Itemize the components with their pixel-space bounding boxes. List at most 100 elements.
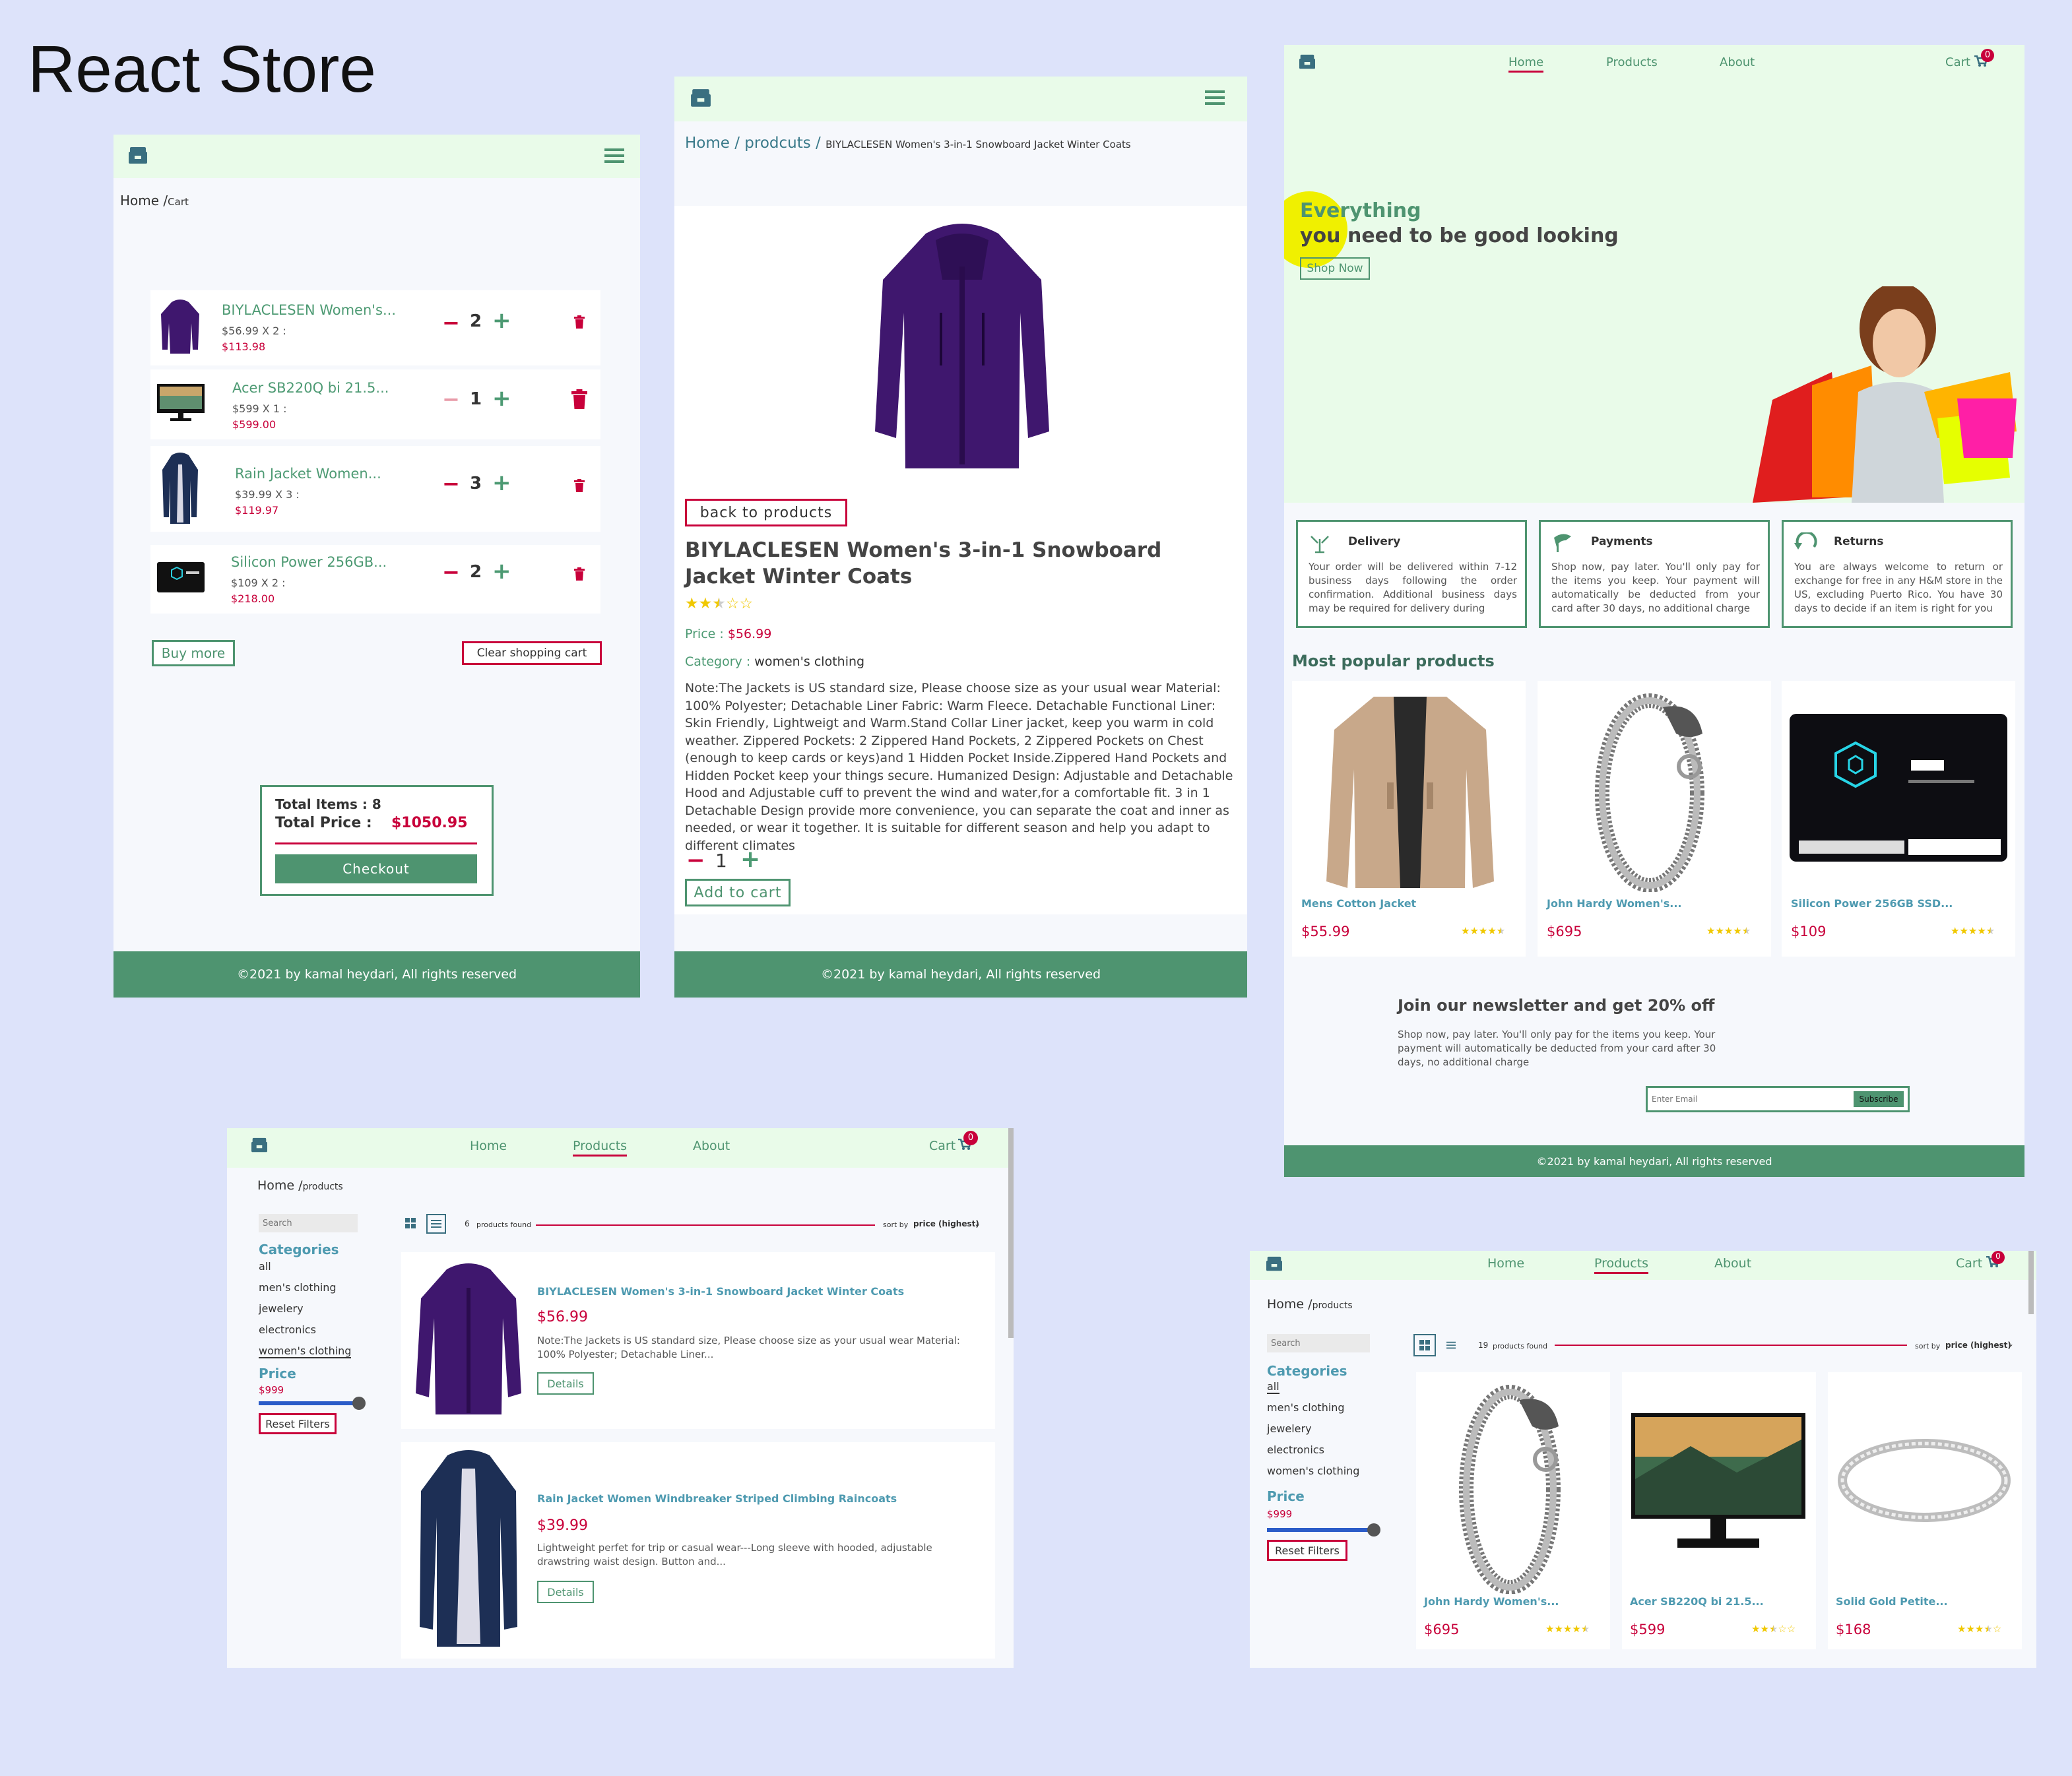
clear-cart-button[interactable]: Clear shopping cart <box>462 641 602 665</box>
search-input[interactable] <box>1267 1334 1370 1352</box>
checkout-button[interactable]: Checkout <box>275 854 477 883</box>
cart-item-total: $113.98 <box>222 340 266 353</box>
nav-home-link[interactable]: Home <box>470 1139 507 1153</box>
decrease-qty-button[interactable]: − <box>442 471 460 496</box>
details-button[interactable]: Details <box>537 1581 594 1603</box>
nav-cart-link[interactable]: Cart <box>1956 1256 1982 1271</box>
grid-product-card[interactable]: Acer SB220Q bi 21.5... $599 ★★★☆☆ <box>1622 1372 1816 1649</box>
subscribe-button[interactable]: Subscribe <box>1854 1091 1904 1107</box>
category-all[interactable]: all <box>259 1260 271 1273</box>
grid-product-card[interactable]: John Hardy Women's... $695 ★★★★★ <box>1416 1372 1610 1649</box>
price-slider-track[interactable] <box>259 1401 356 1405</box>
back-to-products-button[interactable]: back to products <box>685 499 847 526</box>
decrease-qty-button[interactable]: − <box>442 559 460 585</box>
shop-now-button[interactable]: Shop Now <box>1300 257 1370 280</box>
cart-item-name[interactable]: Silicon Power 256GB... <box>231 554 387 570</box>
product-title: BIYLACLESEN Women's 3-in-1 Snowboard Jac… <box>685 538 1162 588</box>
decrease-qty-button[interactable]: − <box>442 387 460 412</box>
trash-icon[interactable] <box>574 479 585 492</box>
ssd-image <box>1790 714 2007 862</box>
store-logo-icon[interactable] <box>1266 1256 1283 1272</box>
product-name[interactable]: Mens Cotton Jacket <box>1301 897 1416 910</box>
cart-item-name[interactable]: Rain Jacket Women... <box>235 466 381 482</box>
nav-about-link[interactable]: About <box>1714 1256 1751 1271</box>
price-slider-track[interactable] <box>1267 1528 1371 1532</box>
nav-about-link[interactable]: About <box>1720 55 1755 69</box>
nav-cart-link[interactable]: Cart <box>1945 55 1970 69</box>
product-name[interactable]: John Hardy Women's... <box>1547 897 1681 910</box>
scrollbar[interactable] <box>1008 1128 1014 1338</box>
category-electronics[interactable]: electronics <box>259 1323 316 1336</box>
nav-home-link[interactable]: Home <box>1508 55 1544 73</box>
category-womens-clothing[interactable]: women's clothing <box>259 1345 352 1358</box>
cart-item-name[interactable]: Acer SB220Q bi 21.5... <box>232 380 389 396</box>
increase-qty-button[interactable]: + <box>740 846 760 873</box>
category-mens-clothing[interactable]: men's clothing <box>1267 1401 1345 1414</box>
trash-icon[interactable] <box>574 315 585 329</box>
store-logo-icon[interactable] <box>690 88 711 108</box>
increase-qty-button[interactable]: + <box>492 307 511 334</box>
reset-filters-button[interactable]: Reset Filters <box>1267 1540 1347 1561</box>
decrease-qty-button[interactable]: − <box>686 847 705 873</box>
product-name[interactable]: John Hardy Women's... <box>1424 1595 1559 1608</box>
sort-select[interactable]: price (highest) <box>913 1219 979 1228</box>
chevron-down-icon[interactable]: ⌄ <box>974 1219 981 1228</box>
price-value: $999 <box>1267 1508 1293 1520</box>
breadcrumb-home[interactable]: Home <box>257 1178 294 1193</box>
increase-qty-button[interactable]: + <box>492 558 511 585</box>
breadcrumb-home[interactable]: Home <box>120 193 159 208</box>
price-slider-handle[interactable] <box>352 1397 366 1410</box>
grid-product-card[interactable]: Solid Gold Petite... $168 ★★★★☆ <box>1828 1372 2022 1649</box>
category-mens-clothing[interactable]: men's clothing <box>259 1281 337 1294</box>
popular-product-card[interactable]: Silicon Power 256GB SSD... $109 ★★★★★ <box>1782 681 2015 957</box>
add-to-cart-button[interactable]: Add to cart <box>685 879 791 906</box>
breadcrumb-products[interactable]: prodcuts <box>744 135 810 152</box>
increase-qty-button[interactable]: + <box>492 470 511 496</box>
increase-qty-button[interactable]: + <box>492 385 511 412</box>
store-logo-icon[interactable] <box>1299 54 1316 70</box>
popular-product-card[interactable]: Mens Cotton Jacket $55.99 ★★★★★ <box>1292 681 1526 957</box>
popular-product-card[interactable]: John Hardy Women's... $695 ★★★★★ <box>1538 681 1771 957</box>
details-button[interactable]: Details <box>537 1372 594 1395</box>
hamburger-menu-icon[interactable] <box>1205 88 1225 107</box>
search-input[interactable] <box>259 1214 358 1232</box>
chevron-down-icon[interactable]: ⌄ <box>2007 1339 2014 1348</box>
reset-filters-button[interactable]: Reset Filters <box>259 1413 337 1434</box>
product-name[interactable]: Acer SB220Q bi 21.5... <box>1630 1595 1764 1608</box>
store-logo-icon[interactable] <box>251 1137 268 1153</box>
scrollbar[interactable] <box>2028 1251 2034 1314</box>
list-view-icon[interactable] <box>426 1214 446 1234</box>
list-view-icon[interactable] <box>1446 1341 1456 1350</box>
trash-icon[interactable] <box>571 389 587 409</box>
category-jewelery[interactable]: jewelery <box>259 1302 304 1315</box>
rating-stars: ★★★★☆ <box>1957 1623 2002 1635</box>
category-womens-clothing[interactable]: women's clothing <box>1267 1465 1359 1477</box>
email-input[interactable] <box>1652 1092 1850 1106</box>
breadcrumb-home[interactable]: Home <box>1267 1297 1304 1312</box>
store-logo-icon[interactable] <box>128 146 148 165</box>
product-name[interactable]: BIYLACLESEN Women's 3-in-1 Snowboard Jac… <box>537 1285 904 1298</box>
decrease-qty-button[interactable]: − <box>442 310 460 335</box>
nav-about-link[interactable]: About <box>693 1139 730 1153</box>
hamburger-menu-icon[interactable] <box>604 146 624 165</box>
nav-products-link[interactable]: Products <box>1606 55 1658 69</box>
trash-icon[interactable] <box>574 567 585 581</box>
nav-products-link[interactable]: Products <box>1594 1256 1649 1274</box>
breadcrumb-home[interactable]: Home <box>685 135 730 152</box>
category-jewelery[interactable]: jewelery <box>1267 1422 1312 1435</box>
product-name[interactable]: Solid Gold Petite... <box>1836 1595 1948 1608</box>
sort-select[interactable]: price (highest) <box>1945 1341 2011 1350</box>
nav-products-link[interactable]: Products <box>573 1139 628 1157</box>
footer: ©2021 by kamal heydari, All rights reser… <box>113 951 640 998</box>
cart-item-name[interactable]: BIYLACLESEN Women's... <box>222 302 396 318</box>
product-name[interactable]: Silicon Power 256GB SSD... <box>1791 897 1953 910</box>
nav-home-link[interactable]: Home <box>1487 1256 1524 1271</box>
grid-view-icon[interactable] <box>1413 1334 1436 1356</box>
nav-cart-link[interactable]: Cart <box>929 1139 955 1153</box>
price-slider-handle[interactable] <box>1367 1523 1380 1537</box>
buy-more-button[interactable]: Buy more <box>152 640 235 666</box>
category-electronics[interactable]: electronics <box>1267 1443 1324 1456</box>
category-all[interactable]: all <box>1267 1380 1279 1394</box>
grid-view-icon[interactable] <box>405 1218 416 1228</box>
product-name[interactable]: Rain Jacket Women Windbreaker Striped Cl… <box>537 1492 897 1505</box>
